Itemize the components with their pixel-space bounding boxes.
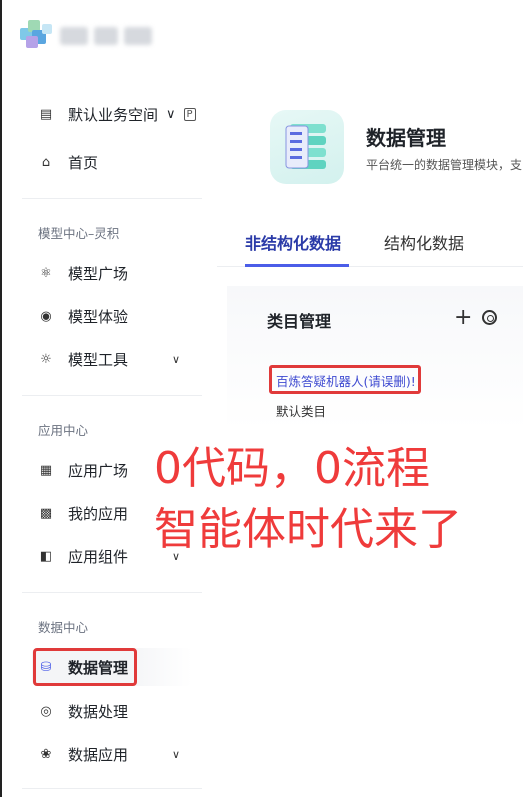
data-apps-icon: ❀ bbox=[40, 746, 52, 762]
app-logo bbox=[20, 20, 54, 50]
sidebar-item-label: 模型工具 bbox=[68, 350, 129, 369]
sidebar-item-model-tools[interactable]: ☼ 模型工具 ∨ bbox=[38, 345, 180, 373]
sidebar-item-my-apps[interactable]: ▩ 我的应用 bbox=[38, 499, 128, 527]
divider bbox=[22, 198, 202, 199]
workspace-label: 默认业务空间 bbox=[68, 105, 159, 124]
section-label-model: 模型中心–灵积 bbox=[38, 226, 120, 241]
overlay-caption-line2: 智能体时代来了 bbox=[154, 504, 462, 555]
model-square-icon: ⚛ bbox=[40, 265, 52, 281]
page-title: 数据管理 bbox=[366, 126, 446, 150]
divider bbox=[22, 788, 202, 789]
brand-name-blurred bbox=[124, 27, 152, 45]
sidebar-item-model-experience[interactable]: ◉ 模型体验 bbox=[38, 302, 128, 330]
data-processing-icon: ◎ bbox=[40, 703, 52, 719]
divider bbox=[22, 592, 202, 593]
sidebar-item-label: 我的应用 bbox=[68, 504, 129, 523]
document-icon[interactable]: P bbox=[183, 107, 196, 121]
tab-unstructured-data[interactable]: 非结构化数据 bbox=[245, 230, 341, 254]
sidebar-item-label: 模型广场 bbox=[68, 264, 129, 283]
model-tools-icon: ☼ bbox=[40, 351, 52, 367]
tab-structured-data[interactable]: 结构化数据 bbox=[384, 230, 464, 254]
divider bbox=[22, 395, 202, 396]
data-management-app-icon bbox=[270, 110, 344, 184]
chevron-down-icon[interactable]: ∨ bbox=[172, 748, 180, 761]
overlay-caption-line1: 0代码，0流程 bbox=[154, 443, 430, 494]
section-label-data: 数据中心 bbox=[38, 620, 89, 635]
sidebar-item-data-processing[interactable]: ◎ 数据处理 bbox=[38, 697, 128, 725]
highlight-box bbox=[33, 648, 137, 686]
components-icon: ◧ bbox=[39, 548, 53, 564]
workspace-selector[interactable]: ▤ 默认业务空间 ∨ P bbox=[38, 100, 196, 128]
sidebar-item-home[interactable]: ⌂ 首页 bbox=[38, 148, 98, 176]
sidebar-item-model-square[interactable]: ⚛ 模型广场 bbox=[38, 259, 128, 287]
chevron-down-icon[interactable]: ∨ bbox=[172, 353, 180, 366]
app-grid-icon: ▦ bbox=[39, 462, 53, 478]
page-subtitle: 平台统一的数据管理模块，支 bbox=[366, 158, 523, 172]
sidebar-item-app-components[interactable]: ◧ 应用组件 ∨ bbox=[38, 542, 180, 570]
sidebar-item-data-apps[interactable]: ❀ 数据应用 ∨ bbox=[38, 740, 181, 768]
model-experience-icon: ◉ bbox=[40, 308, 52, 324]
app-window: ▤ 默认业务空间 ∨ P ⌂ 首页 模型中心–灵积 ⚛ 模型广场 ◉ 模型体验 … bbox=[0, 0, 523, 797]
section-label-app: 应用中心 bbox=[38, 423, 89, 438]
category-panel-title: 类目管理 bbox=[267, 312, 332, 331]
category-item[interactable]: 默认类目 bbox=[276, 401, 326, 420]
chevron-down-icon[interactable]: ∨ bbox=[166, 107, 176, 122]
tab-active-indicator bbox=[245, 264, 349, 267]
sidebar-item-app-square[interactable]: ▦ 应用广场 bbox=[38, 456, 128, 484]
sidebar-item-label: 数据应用 bbox=[68, 745, 129, 764]
home-icon: ⌂ bbox=[41, 154, 51, 170]
settings-icon[interactable] bbox=[482, 310, 497, 325]
brand-name-blurred bbox=[60, 27, 88, 45]
sidebar-item-label: 应用广场 bbox=[68, 461, 129, 480]
sidebar-item-label: 数据处理 bbox=[68, 702, 129, 721]
brand-name-blurred bbox=[94, 27, 118, 45]
add-icon[interactable]: + bbox=[454, 305, 472, 330]
workspace-icon: ▤ bbox=[39, 106, 53, 122]
sidebar-item-label: 应用组件 bbox=[68, 547, 129, 566]
sidebar-item-label: 首页 bbox=[68, 153, 99, 172]
sidebar-item-label: 模型体验 bbox=[68, 307, 129, 326]
highlight-box bbox=[269, 365, 421, 394]
my-apps-icon: ▩ bbox=[39, 505, 53, 521]
